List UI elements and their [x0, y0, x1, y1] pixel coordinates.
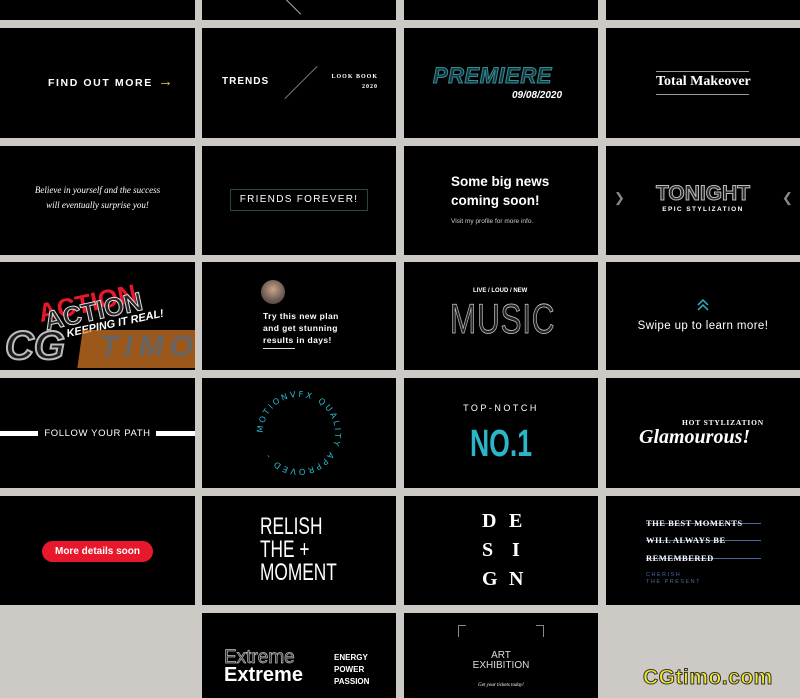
premiere-title: PREMIERE [433, 63, 552, 89]
swipe-label: Swipe up to learn more! [637, 320, 769, 332]
tile-friends[interactable]: FRIENDS FOREVER! [202, 146, 396, 255]
design-letter: E [509, 510, 523, 532]
find-out-more-label: FIND OUT MORE [48, 77, 153, 89]
relish-line-1: RELISH [260, 513, 323, 540]
top-notch-title: NO.1 [469, 423, 533, 465]
top-rule [656, 71, 749, 72]
bottom-rule [656, 94, 749, 95]
tile-find-out-more[interactable]: FIND OUT MORE → [0, 28, 195, 138]
tile-plan[interactable]: Try this new plan and get stunning resul… [202, 262, 396, 370]
tile-total-makeover[interactable]: Total Makeover [606, 28, 800, 138]
extreme-bold: Extreme [224, 664, 303, 686]
moments-sub-2: THE PRESENT [646, 579, 702, 585]
art-line-2: EXHIBITION [472, 660, 530, 671]
glam-title: Glamourous! [639, 426, 751, 448]
extreme-word-3: PASSION [334, 677, 370, 686]
tile-tonight[interactable]: ❯ TONIGHT EPIC STYLIZATION ❮ [606, 146, 800, 255]
tonight-title: TONIGHT [655, 182, 751, 206]
arrow-right-icon: → [158, 73, 173, 90]
plan-line-3: results in days! [263, 335, 332, 345]
watermark-cgtimo-left: CG TIMO [4, 323, 195, 370]
tile-moments[interactable]: THE BEST MOMENTS WILL ALWAYS BE REMEMBER… [606, 496, 800, 605]
bracket-right [536, 625, 544, 637]
circular-text-path: MOTIONVFX QUALITY APPROVED - [255, 389, 341, 477]
art-sub: Get your tickets today! [478, 683, 524, 688]
look-book-label: LOOK BOOK [331, 74, 378, 80]
tile-partial-3[interactable] [404, 0, 598, 20]
watermark-cgtimo-right: CGtimo.com [643, 666, 773, 690]
top-notch-label: TOP-NOTCH [463, 403, 539, 413]
design-letter: S [482, 539, 494, 561]
extreme-word-1: ENERGY [334, 653, 368, 662]
tile-partial-2[interactable] [202, 0, 396, 20]
big-news-line-1: Some big news [451, 174, 550, 189]
plan-underline [263, 348, 295, 349]
music-top: LIVE / LOUD / NEW [473, 288, 528, 294]
moments-line-3: REMEMBERED [646, 553, 714, 563]
moments-sub-1: CHERISH [646, 572, 682, 578]
big-news-sub: Visit my profile for more info. [451, 218, 534, 225]
plan-line-1: Try this new plan [263, 311, 339, 321]
diagonal-line [284, 0, 302, 15]
relish-line-3: MOMENT [260, 559, 337, 586]
design-letter: I [512, 539, 520, 561]
bracket-left [458, 625, 466, 637]
big-news-line-2: coming soon! [451, 193, 540, 208]
tile-design[interactable]: D E S I G N [404, 496, 598, 605]
total-makeover-title: Total Makeover [656, 74, 751, 89]
year-label: 2020 [362, 84, 378, 90]
circular-text: MOTIONVFX QUALITY APPROVED - [255, 389, 343, 477]
trends-title: TRENDS [222, 76, 270, 87]
tile-glam[interactable]: HOT STYLIZATION Glamourous! [606, 378, 800, 488]
tile-relish[interactable]: RELISH THE + MOMENT [202, 496, 396, 605]
tile-circle[interactable]: MOTIONVFX QUALITY APPROVED - [202, 378, 396, 488]
extreme-word-2: POWER [334, 665, 365, 674]
premiere-date: 09/08/2020 [512, 90, 563, 101]
tile-partial-4[interactable] [606, 0, 800, 20]
tile-art[interactable]: ART EXHIBITION Get your tickets today! [404, 613, 598, 698]
diagonal-line [284, 65, 318, 100]
tile-music[interactable]: LIVE / LOUD / NEW MUSIC [404, 262, 598, 370]
tile-trends[interactable]: TRENDS LOOK BOOK 2020 [202, 28, 396, 138]
believe-line-1: Believe in yourself and the success [34, 185, 161, 195]
chevron-left-icon: ❮ [782, 190, 793, 205]
tile-extreme[interactable]: Extreme Extreme ENERGY POWER PASSION [202, 613, 396, 698]
tile-partial-1[interactable] [0, 0, 195, 20]
moments-line-1: THE BEST MOMENTS [646, 518, 743, 528]
chevron-up-icon [697, 298, 709, 311]
avatar [261, 280, 285, 304]
tile-action[interactable]: ACTION ACTION KEEPING IT REAL! CG TIMO [0, 262, 195, 370]
design-letter: N [509, 568, 524, 590]
tile-believe[interactable]: Believe in yourself and the success will… [0, 146, 195, 255]
design-letter: G [482, 568, 498, 590]
right-bar [156, 431, 195, 436]
moments-line-2: WILL ALWAYS BE [646, 535, 726, 545]
friends-title: FRIENDS FOREVER! [239, 194, 359, 205]
believe-line-2: will eventually surprise you! [46, 200, 149, 210]
tile-swipe[interactable]: Swipe up to learn more! [606, 262, 800, 370]
svg-text:MOTIONVFX QUALITY APPROVED -: MOTIONVFX QUALITY APPROVED - [255, 389, 343, 477]
more-details-button[interactable]: More details soon [42, 541, 153, 562]
tonight-sub: EPIC STYLIZATION [662, 206, 744, 213]
tile-top-notch[interactable]: TOP-NOTCH NO.1 [404, 378, 598, 488]
tile-more-details[interactable]: More details soon [0, 496, 195, 605]
music-title: MUSIC [450, 295, 556, 342]
plan-line-2: and get stunning [263, 323, 338, 333]
relish-line-2: THE + [260, 536, 310, 563]
tile-premiere[interactable]: PREMIERE 09/08/2020 [404, 28, 598, 138]
design-letter: D [482, 510, 497, 532]
tile-big-news[interactable]: Some big news coming soon! Visit my prof… [404, 146, 598, 255]
tile-follow[interactable]: FOLLOW YOUR PATH [0, 378, 195, 488]
